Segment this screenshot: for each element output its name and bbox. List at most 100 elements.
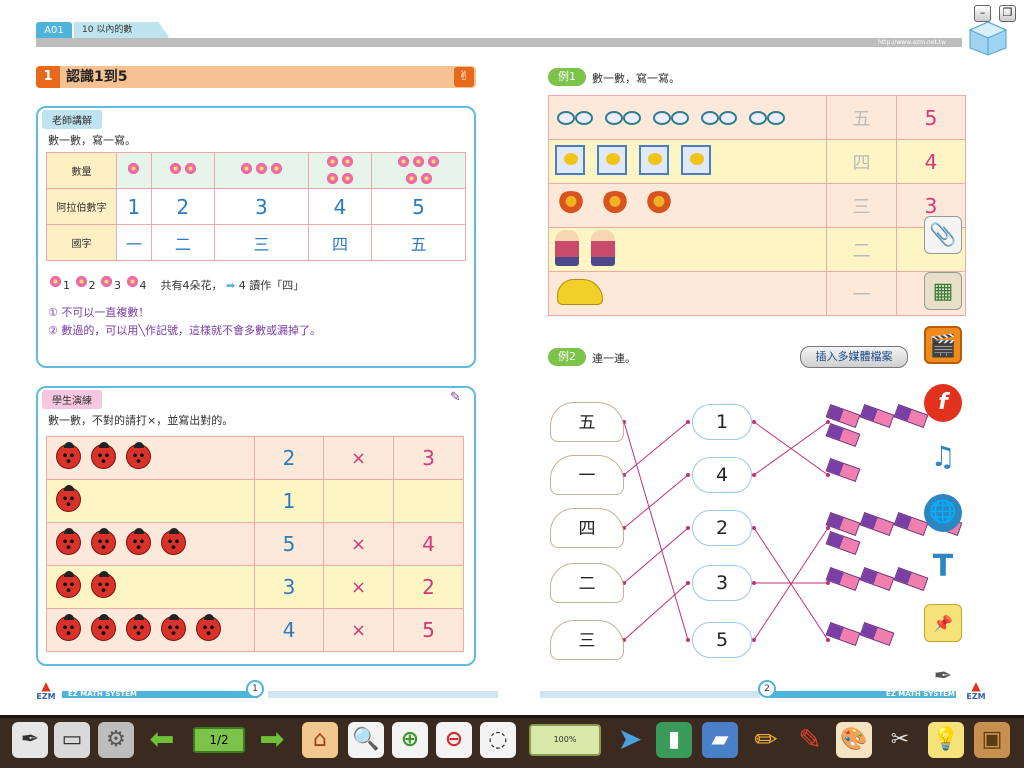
correct-answer[interactable]: 4 (393, 522, 464, 566)
row-label-chinese: 國字 (46, 224, 117, 261)
text-tool-icon[interactable]: T (924, 548, 962, 586)
window-icon[interactable]: ▭ (54, 722, 90, 758)
spinning-top-icon (645, 190, 673, 217)
wrong-mark[interactable]: × (323, 565, 394, 609)
student-instruction: 數一數，不對的請打×，並寫出對的。 (48, 414, 234, 427)
settings-gear-icon[interactable]: ⚙ (98, 722, 134, 758)
item-cell (548, 139, 827, 184)
wrong-mark[interactable]: × (323, 522, 394, 566)
duck-card-icon (639, 144, 669, 175)
pencil-icon[interactable]: ✏ (748, 722, 784, 758)
correct-answer[interactable]: 2 (393, 565, 464, 609)
cube-logo-icon (968, 21, 1008, 56)
web-link-icon[interactable]: 🌐 (924, 494, 962, 532)
pen-tool-icon[interactable]: ✒ (12, 722, 48, 758)
correct-answer[interactable]: 3 (393, 436, 464, 480)
wrong-mark[interactable]: × (323, 608, 394, 652)
cloud-card[interactable]: 4 (692, 457, 752, 493)
eraser-icon (859, 511, 895, 537)
student-answer[interactable]: 5 (254, 522, 324, 566)
cloud-card[interactable]: 2 (692, 510, 752, 546)
ladybug-cell (46, 608, 255, 652)
marker-icon[interactable]: ✎ (792, 722, 828, 758)
flower-cell (371, 152, 466, 189)
paint-bucket-icon[interactable]: ▮ (656, 722, 692, 758)
car-card[interactable]: 四 (550, 508, 624, 548)
car-card[interactable]: 一 (550, 455, 624, 495)
example1-instruction: 數一數，寫一寫。 (592, 72, 680, 85)
doll-icon (591, 229, 615, 266)
box-icon[interactable]: ▣ (974, 722, 1010, 758)
wrong-mark[interactable] (323, 479, 394, 523)
zoom-out-icon[interactable]: ⊖ (436, 722, 472, 758)
picture-icon[interactable]: ▦ (924, 272, 962, 310)
wrong-mark[interactable]: × (323, 436, 394, 480)
zoom-in-icon[interactable]: ⊕ (392, 722, 428, 758)
footer-brand-right: EZ MATH SYSTEM (886, 690, 955, 698)
student-answer[interactable]: 2 (254, 436, 324, 480)
glasses-icon (649, 108, 689, 125)
eraser-tool-icon[interactable]: ▰ (702, 722, 738, 758)
cloud-card[interactable]: 1 (692, 404, 752, 440)
cloud-card[interactable]: 5 (692, 622, 752, 658)
flower-cell (116, 152, 152, 189)
row-label-quantity: 數量 (46, 152, 117, 189)
duck-card-icon (597, 144, 627, 175)
pointer-icon[interactable]: ➤ (612, 722, 648, 758)
forward-arrow-icon[interactable]: ➡ (254, 722, 290, 758)
music-note-icon[interactable]: ♫ (924, 438, 962, 476)
correct-answer[interactable] (393, 479, 464, 523)
teacher-note-2: ② 數過的，可以用╲作記號，這樣就不會多數或漏掉了。 (48, 324, 321, 337)
lesson-title-tab: 10 以內的數 (74, 22, 170, 39)
palette-icon[interactable]: 🎨 (836, 722, 872, 758)
cloud-card[interactable]: 3 (692, 565, 752, 601)
eraser-icon (859, 621, 895, 647)
example2-badge: 例2 (548, 348, 586, 366)
spinning-top-icon (557, 190, 585, 217)
example1-table: 五 5 四 4 三 3 二 一 1 (548, 95, 966, 316)
student-table: 2 × 3 1 5 × 4 3 × 2 4 × 5 (46, 436, 464, 652)
example1-badge: 例1 (548, 68, 586, 86)
eraser-group (825, 566, 936, 592)
arabic-numeral: 2 (150, 188, 215, 225)
car-card[interactable]: 三 (550, 620, 624, 660)
ladybug-cell (46, 565, 255, 609)
home-icon[interactable]: ⌂ (302, 722, 338, 758)
spinning-top-icon (601, 190, 629, 217)
student-answer[interactable]: 1 (254, 479, 324, 523)
ebook-app: A01 10 以內的數 http://www.ezm.net.tw – ❐ 1 … (0, 0, 1024, 768)
student-answer[interactable]: 4 (254, 608, 324, 652)
student-panel-label: 學生演練 (42, 390, 102, 409)
count-sentence: 共有4朵花， (160, 279, 223, 292)
flower-cell (150, 152, 215, 189)
lightbulb-icon[interactable]: 💡 (928, 722, 964, 758)
glasses-icon (745, 108, 785, 125)
number-answer[interactable]: 4 (896, 139, 966, 184)
magnifier-icon[interactable]: 🔍 (348, 722, 384, 758)
trace-character: 三 (826, 183, 897, 228)
trace-character: 四 (826, 139, 897, 184)
scissors-icon[interactable]: ✂ (882, 722, 918, 758)
flash-icon[interactable]: f (924, 384, 962, 422)
book-view-icon[interactable]: 100% (529, 724, 601, 756)
number-answer[interactable]: 5 (896, 95, 966, 140)
page-indicator[interactable]: 1/2 (193, 727, 245, 753)
car-card[interactable]: 五 (550, 402, 624, 442)
eraser-icon (859, 566, 895, 592)
ezm-logo-right: ▲ EZM (966, 679, 986, 701)
back-arrow-icon[interactable]: ⬅ (144, 722, 180, 758)
insert-media-button[interactable]: 插入多媒體檔案 (800, 346, 908, 368)
item-cell (548, 271, 827, 316)
video-clapper-icon[interactable]: 🎬 (924, 326, 962, 364)
car-card[interactable]: 二 (550, 563, 624, 603)
duck-card-icon (555, 144, 585, 175)
eraser-icon (825, 566, 861, 592)
correct-answer[interactable]: 5 (393, 608, 464, 652)
student-answer[interactable]: 3 (254, 565, 324, 609)
footer-brand-left: EZ MATH SYSTEM (68, 690, 137, 698)
paperclip-note-icon[interactable]: 📎 (924, 216, 962, 254)
sticky-note-icon[interactable]: 📌 (924, 604, 962, 642)
count-mark: 4 (139, 279, 147, 292)
zoom-area-icon[interactable]: ◌ (480, 722, 516, 758)
count-mark: 3 (114, 279, 121, 292)
